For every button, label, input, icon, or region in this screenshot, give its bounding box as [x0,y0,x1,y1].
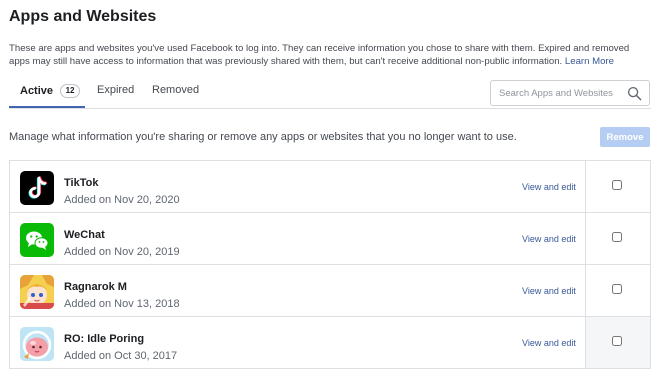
description-text: These are apps and websites you've used … [9,43,630,67]
tab-divider [9,108,651,109]
checkbox-cell [585,213,650,264]
app-name: Ragnarok M [64,281,127,293]
tab-active[interactable]: Active 12 [20,84,81,98]
app-name: RO: Idle Poring [64,333,145,345]
view-and-edit-link[interactable]: View and edit [522,286,576,296]
tab-expired[interactable]: Expired [97,84,134,96]
wechat-icon [20,223,54,257]
search-box [490,80,650,106]
select-checkbox[interactable] [612,284,622,294]
app-row-ro-idle-poring: RO: Idle Poring Added on Oct 30, 2017 Vi… [10,316,650,368]
tab-removed[interactable]: Removed [152,84,199,96]
app-added-date: Added on Nov 20, 2020 [64,194,180,206]
view-and-edit-link[interactable]: View and edit [522,338,576,348]
app-added-date: Added on Oct 30, 2017 [64,350,178,362]
search-input[interactable] [499,86,621,100]
manage-info-text: Manage what information you're sharing o… [9,131,517,143]
app-row-wechat: WeChat Added on Nov 20, 2019 View and ed… [10,212,650,264]
checkbox-cell [585,317,650,368]
ragnarok-m-icon [20,275,54,309]
app-row-tiktok: TikTok Added on Nov 20, 2020 View and ed… [10,161,650,213]
learn-more-link[interactable]: Learn More [565,56,614,67]
checkbox-cell [585,265,650,316]
page-title: Apps and Websites [9,8,157,25]
view-and-edit-link[interactable]: View and edit [522,234,576,244]
remove-button[interactable]: Remove [600,127,650,147]
select-checkbox[interactable] [612,336,622,346]
tab-active-label: Active [20,85,54,97]
app-added-date: Added on Nov 13, 2018 [64,298,180,310]
tiktok-icon [20,171,54,205]
search-icon[interactable] [627,86,642,101]
app-added-date: Added on Nov 20, 2019 [64,246,180,258]
select-checkbox[interactable] [612,180,622,190]
app-name: TikTok [64,177,99,189]
ro-idle-poring-icon [20,327,54,361]
select-checkbox[interactable] [612,232,622,242]
tab-active-count-badge: 12 [60,84,81,98]
page-description: These are apps and websites you've used … [9,42,649,68]
view-and-edit-link[interactable]: View and edit [522,182,576,192]
app-list: TikTok Added on Nov 20, 2020 View and ed… [9,160,651,369]
checkbox-cell [585,161,650,213]
app-row-ragnarok-m: Ragnarok M Added on Nov 13, 2018 View an… [10,264,650,316]
app-name: WeChat [64,229,105,241]
